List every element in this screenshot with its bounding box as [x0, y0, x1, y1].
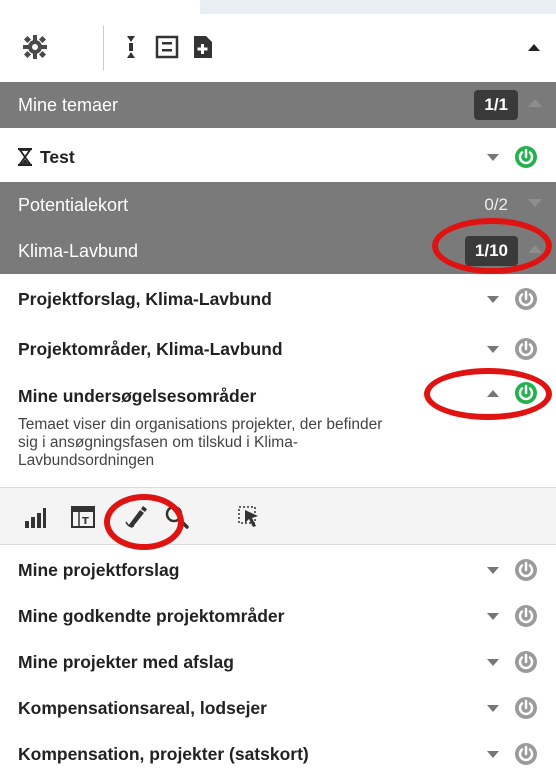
layer-options-dropdown-icon[interactable]: [487, 567, 499, 574]
chart-icon[interactable]: [22, 504, 48, 530]
select-area-icon[interactable]: [236, 504, 262, 530]
expand-collapse-icon[interactable]: [118, 34, 144, 60]
hourglass-icon: [18, 148, 32, 166]
layer-label: Projektområder, Klima-Lavbund: [18, 339, 283, 359]
svg-text:T: T: [82, 516, 89, 527]
layer-options-dropdown-icon[interactable]: [487, 751, 499, 758]
layer-label: Mine godkendte projektområder: [18, 606, 285, 626]
group-label: Mine temaer: [18, 95, 119, 115]
group-count-badge: 0/2: [484, 195, 508, 214]
layer-options-dropdown-icon[interactable]: [487, 154, 499, 161]
layer-row[interactable]: Kompensation, projekter (satskort): [0, 729, 556, 779]
toolbar-separator: [103, 26, 104, 70]
layer-row-test[interactable]: Test: [0, 132, 556, 183]
layer-row[interactable]: Mine projektforslag: [0, 545, 556, 596]
power-on-icon[interactable]: [514, 381, 538, 405]
layer-options-dropdown-icon[interactable]: [487, 705, 499, 712]
group-klima-lavbund[interactable]: Klima-Lavbund 1/10: [0, 228, 556, 274]
power-off-icon[interactable]: [514, 287, 538, 311]
zoom-icon[interactable]: [164, 504, 190, 530]
layer-tools: T: [0, 488, 556, 545]
toolbar: [0, 14, 556, 80]
power-off-icon[interactable]: [514, 337, 538, 361]
collapse-caret-icon[interactable]: [528, 245, 542, 253]
power-off-icon[interactable]: [514, 650, 538, 674]
group-label: Klima-Lavbund: [18, 241, 139, 261]
layer-label: Kompensation, projekter (satskort): [18, 744, 309, 764]
layer-row[interactable]: Projektområder, Klima-Lavbund: [0, 324, 556, 375]
collapse-caret-icon[interactable]: [528, 99, 542, 107]
add-document-icon[interactable]: [190, 34, 216, 60]
layer-row[interactable]: Kompensationsareal, lodsejer: [0, 683, 556, 734]
group-mine-temaer[interactable]: Mine temaer 1/1: [0, 82, 556, 128]
layer-label: Mine projekter med afslag: [18, 652, 234, 672]
group-label: Potentialekort: [18, 195, 129, 215]
layer-row[interactable]: Mine projekter med afslag: [0, 637, 556, 688]
expand-caret-icon[interactable]: [528, 199, 542, 207]
layer-options-dropdown-icon[interactable]: [487, 659, 499, 666]
power-off-icon[interactable]: [514, 742, 538, 766]
gear-icon[interactable]: [22, 34, 48, 60]
group-count-badge: 1/1: [474, 90, 518, 120]
layer-row[interactable]: Mine godkendte projektområder: [0, 591, 556, 642]
fit-selection-icon[interactable]: [154, 34, 180, 60]
layer-label: Mine projektforslag: [18, 560, 180, 580]
layer-label: Projektforslag, Klima-Lavbund: [18, 289, 272, 309]
layer-options-collapse-icon[interactable]: [487, 390, 499, 397]
layer-label: Test: [40, 147, 75, 167]
layer-options-dropdown-icon[interactable]: [487, 296, 499, 303]
power-off-icon[interactable]: [514, 696, 538, 720]
group-count-badge: 1/10: [464, 236, 518, 266]
power-off-icon[interactable]: [514, 604, 538, 628]
edit-pencil-icon[interactable]: [124, 504, 150, 530]
table-icon[interactable]: T: [70, 504, 96, 530]
group-potentialekort[interactable]: Potentialekort 0/2: [0, 182, 556, 228]
layer-label: Mine undersøgelsesområder: [18, 386, 257, 406]
power-off-icon[interactable]: [514, 558, 538, 582]
layer-row-expanded[interactable]: Mine undersøgelsesområder Temaet viser d…: [0, 374, 556, 488]
power-on-icon[interactable]: [514, 145, 538, 169]
layer-description: Temaet viser din organisations projekter…: [18, 416, 383, 469]
collapse-toolbar-caret-icon[interactable]: [528, 44, 540, 51]
layer-options-dropdown-icon[interactable]: [487, 613, 499, 620]
layer-options-dropdown-icon[interactable]: [487, 346, 499, 353]
layer-label: Kompensationsareal, lodsejer: [18, 698, 267, 718]
top-strip: [200, 0, 556, 14]
layer-row[interactable]: Projektforslag, Klima-Lavbund: [0, 274, 556, 325]
